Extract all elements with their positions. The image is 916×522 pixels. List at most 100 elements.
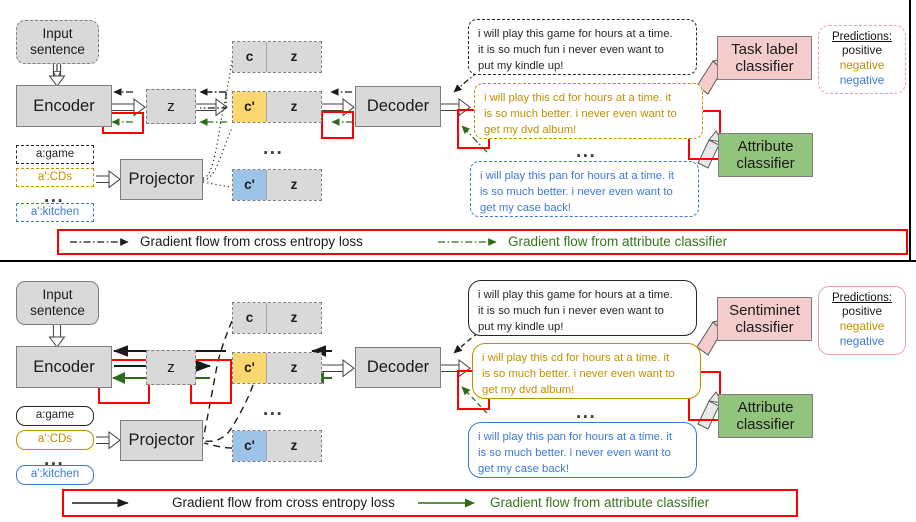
attribute-chip-2-bottom: a':kitchen [16,465,94,485]
cz-c-label: c' [244,177,255,193]
decoder-label: Decoder [366,97,430,116]
attribute-chip-1-bottom: a':CDs [16,430,94,450]
attribute-classifier-top: Attribute classifier [718,133,813,177]
classifier-line1: Attribute [737,398,794,416]
sentence-line: i will play this game for hours at a tim… [478,28,673,40]
attribute-chip-0-bottom: a:game [16,406,94,426]
sentence-bubble-2-top: i will play this pan for hours at a time… [470,161,699,217]
cz-z-label: z [290,438,298,454]
cz-z-cell: z [267,303,321,333]
input-sentence-line1: Input [42,287,73,303]
classifier-line1: Sentiminet [729,301,800,319]
prediction-value: negative [839,73,885,88]
input-sentence-box-bottom: Input sentence [16,281,99,325]
prediction-value: negative [839,58,885,73]
encoder-label: Encoder [33,96,95,115]
cz-row-2-top: c' z [232,169,322,201]
cz-c-cell: c' [233,353,267,383]
cz-c-label: c' [244,99,255,115]
cz-ellipsis-top: ... [263,139,283,158]
latent-z-label: z [167,358,175,376]
cz-c-label: c' [244,360,255,376]
arrow-attributes-to-projector-bottom [96,431,121,450]
decoder-box-top: Decoder [355,86,441,127]
classifier-line2: classifier [735,58,794,75]
sentence-line: it is so much fun i never even want to [478,305,664,318]
sentence-line: get my dvd album! [482,384,575,397]
decoder-box-bottom: Decoder [355,347,441,388]
ellipsis-text: ... [576,141,597,162]
prediction-value: negative [839,319,885,334]
cz-c-cell: c' [233,170,267,200]
ellipsis-text: ... [576,402,597,423]
arrow-attributes-to-projector [96,170,121,189]
arrow-input-to-encoder [48,62,66,87]
predictions-header: Predictions: [831,292,893,304]
sentence-bubble-0-bottom: i will play this game for hours at a tim… [468,280,697,336]
projector-box-top: Projector [120,159,203,200]
sentence-line: get my dvd album! [484,124,577,137]
attribute-chip-2-top: a':kitchen [16,203,94,222]
cz-z-cell: z [267,92,321,122]
input-sentence-line1: Input [42,26,73,42]
connector-projector-to-cz-blocks [202,59,233,188]
cz-c-cell: c [233,303,267,333]
sentence-line: i will play this game for hours at a tim… [478,289,673,301]
cz-c-label: c' [244,438,255,454]
predictions-box-bottom: Predictions: positive negative negative [818,286,906,355]
decoder-label: Decoder [366,358,430,377]
cz-c-label: c [245,49,254,65]
input-sentence-box-top: Input sentence [16,20,99,64]
latent-z-label: z [167,97,175,115]
latent-z-box-bottom: z [146,350,196,385]
classifier-line1: Task label [731,40,798,58]
cz-row-1-top: c' z [232,91,322,123]
classifier-line2: classifier [736,416,795,433]
panel-separator [0,260,916,262]
legend-cross-entropy-label-top: Gradient flow from cross entropy loss [140,234,363,249]
attribute-label: a':CDs [37,170,73,183]
sentence-ellipsis-top: ... [576,142,596,161]
sentence-line: it is so much fun i never even want to [478,44,664,57]
classifier-line1: Attribute [737,137,794,155]
projector-label: Projector [128,431,195,450]
arrow-z-to-cz [196,98,228,117]
red-highlight-encoder-right-bottom [190,359,232,404]
cz-c-cell: c' [233,92,267,122]
cz-z-label: z [290,310,298,326]
right-edge-divider [909,0,911,262]
sentence-line: is so much better. i never even want to [480,186,673,199]
predictions-box-top: Predictions: positive negative negative [818,25,906,94]
sentence-line: is so much better. i never even want to [482,368,675,381]
classifier-line2: classifier [735,319,794,336]
cz-c-label: c [245,310,254,326]
attribute-label: a':CDs [37,433,73,446]
attribute-label: a':kitchen [30,468,80,481]
legend-cross-entropy-label-bottom: Gradient flow from cross entropy loss [172,495,395,510]
ellipsis-text: ... [263,138,284,159]
sentiment-classifier-bottom: Sentiminet classifier [717,297,812,341]
legend-attribute-label-bottom: Gradient flow from attribute classifier [490,495,710,510]
cz-z-cell: z [267,170,321,200]
encoder-label: Encoder [33,357,95,376]
cz-z-cell: z [267,42,321,72]
sentence-line: put my kindle up! [478,321,564,334]
sentence-ellipsis-bottom: ... [576,403,596,422]
legend-attribute-label-top: Gradient flow from attribute classifier [508,234,728,249]
input-sentence-line2: sentence [30,42,85,57]
projector-label: Projector [128,170,195,189]
prediction-value: positive [842,304,882,318]
cz-c-cell: c' [233,431,267,461]
cz-z-label: z [290,177,298,193]
sentence-line: is so much better. i never even want to [478,447,671,460]
encoder-box-top: Encoder [16,85,112,127]
sentence-line: i will play this pan for hours at a time… [480,170,675,182]
prediction-value: positive [842,43,882,57]
figure-root: Input sentence Encoder z Projector Decod… [0,0,916,522]
input-sentence-line2: sentence [30,303,85,318]
predictions-header: Predictions: [831,31,893,43]
cz-z-label: z [290,360,298,376]
sentence-line: i will play this cd for hours at a time.… [482,352,670,364]
attribute-classifier-bottom: Attribute classifier [718,394,813,438]
sentence-line: i will play this pan for hours at a time… [478,431,673,443]
